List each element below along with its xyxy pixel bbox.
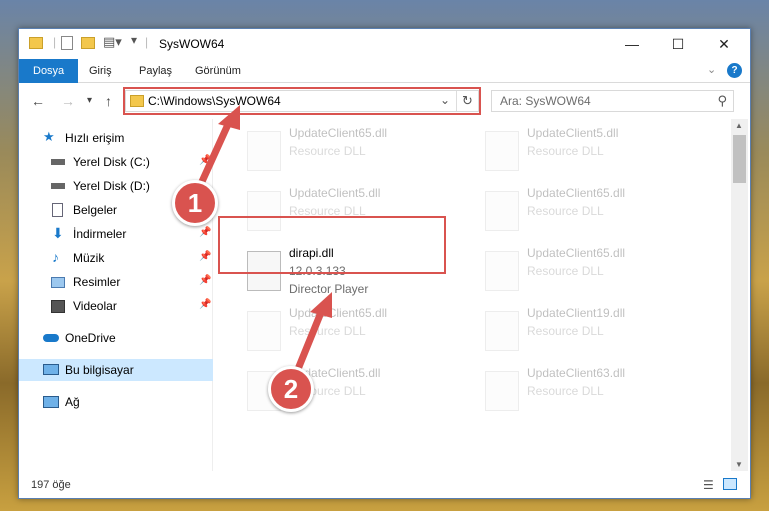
separator: | [53, 35, 57, 49]
document-icon [52, 203, 63, 217]
list-item[interactable]: UpdateClient65.dll Resource DLL [477, 183, 697, 241]
computer-icon [43, 364, 59, 375]
maximize-button[interactable]: ☐ [655, 29, 701, 59]
scroll-up-icon[interactable]: ▲ [735, 121, 743, 130]
pin-icon: 📌 [199, 155, 212, 166]
search-icon[interactable]: ⚲ [717, 93, 727, 109]
sidebar-item-this-pc[interactable]: Bu bilgisayar [19, 359, 213, 381]
sidebar-item-network[interactable]: Ağ [19, 391, 213, 413]
navigation-pane: ★ Hızlı erişim Yerel Disk (C:) 📌 Yerel D… [19, 119, 213, 471]
recent-locations-icon[interactable]: ▾ [87, 95, 92, 106]
folder-icon [29, 37, 43, 49]
ribbon: Dosya Giriş Paylaş Görünüm ⌄ ? [19, 59, 750, 83]
sidebar-item-quick-access[interactable]: ★ Hızlı erişim [19, 127, 213, 149]
sidebar-item-downloads[interactable]: ⬇ İndirmeler 📌 [19, 223, 213, 245]
tab-share[interactable]: Paylaş [131, 59, 180, 83]
music-icon: ♪ [52, 249, 59, 265]
tab-view[interactable]: Görünüm [187, 59, 249, 83]
list-item[interactable]: UpdateClient19.dll Resource DLL [477, 303, 697, 361]
step-2-badge: 2 [268, 366, 314, 412]
search-input[interactable]: Ara: SysWOW64 ⚲ [491, 90, 734, 112]
scrollbar-thumb[interactable] [733, 135, 746, 183]
list-item[interactable]: UpdateClient5.dll Resource DLL [477, 123, 697, 181]
list-item[interactable]: UpdateClient63.dll Resource DLL [477, 363, 697, 421]
customize-qa-icon[interactable]: ▤▾ [103, 34, 122, 50]
search-placeholder: Ara: SysWOW64 [500, 94, 591, 108]
sidebar-item-pictures[interactable]: Resimler 📌 [19, 271, 213, 293]
dll-file-icon [485, 191, 519, 231]
properties-icon[interactable] [61, 36, 73, 50]
dll-file-icon [485, 371, 519, 411]
expand-ribbon-icon[interactable]: ⌄ [707, 63, 716, 76]
pin-icon: 📌 [199, 227, 212, 238]
sidebar-item-videos[interactable]: Videolar 📌 [19, 295, 213, 317]
sidebar-item-music[interactable]: ♪ Müzik 📌 [19, 247, 213, 269]
separator: | [145, 35, 149, 49]
tab-home[interactable]: Giriş [81, 59, 120, 83]
close-button[interactable]: ✕ [701, 29, 747, 59]
navigation-bar: ← → ▾ ↑ C:\Windows\SysWOW64 ⌄ ↻ Ara: Sys… [19, 83, 750, 119]
item-count: 197 öğe [31, 479, 71, 491]
address-highlight-box [123, 87, 481, 115]
file-list: UpdateClient65.dll Resource DLL UpdateCl… [215, 119, 731, 471]
step-1-badge: 1 [172, 180, 218, 226]
minimize-button[interactable]: — [609, 29, 655, 59]
title-bar: | ▤▾ ▾ | SysWOW64 — ☐ ✕ [19, 29, 750, 59]
pin-icon: 📌 [199, 251, 212, 262]
pin-icon: 📌 [199, 299, 212, 310]
list-item[interactable]: UpdateClient65.dll Resource DLL [239, 303, 459, 361]
dll-file-icon [247, 131, 281, 171]
drive-icon [51, 159, 65, 165]
chevron-down-icon[interactable]: ▾ [131, 33, 137, 49]
window-title: SysWOW64 [159, 37, 225, 51]
help-icon[interactable]: ? [727, 63, 742, 78]
details-view-icon[interactable]: ☰ [703, 478, 714, 492]
sidebar-item-onedrive[interactable]: OneDrive [19, 327, 213, 349]
up-arrow-icon[interactable]: ↑ [105, 93, 112, 109]
back-arrow-icon[interactable]: ← [31, 93, 45, 109]
vertical-scrollbar[interactable]: ▲ ▼ [731, 119, 748, 471]
tab-file[interactable]: Dosya [19, 59, 79, 83]
dll-file-icon [485, 131, 519, 171]
forward-arrow-icon[interactable]: → [61, 93, 75, 109]
pictures-icon [51, 277, 65, 288]
cloud-icon [43, 334, 59, 342]
file-highlight-box [218, 216, 446, 274]
list-item[interactable]: UpdateClient65.dll Resource DLL [239, 123, 459, 181]
video-icon [51, 300, 65, 313]
star-icon: ★ [43, 129, 55, 144]
dll-file-icon [485, 311, 519, 351]
scroll-down-icon[interactable]: ▼ [735, 460, 743, 469]
list-item[interactable]: UpdateClient65.dll Resource DLL [477, 243, 697, 301]
network-icon [43, 396, 59, 408]
pin-icon: 📌 [199, 275, 212, 286]
sidebar-item-local-disk-c[interactable]: Yerel Disk (C:) 📌 [19, 151, 213, 173]
new-folder-icon[interactable] [81, 37, 95, 49]
large-icons-view-icon[interactable] [723, 478, 737, 490]
status-bar: 197 öğe ☰ [19, 474, 750, 498]
dll-file-icon [247, 311, 281, 351]
download-icon: ⬇ [52, 225, 64, 241]
drive-icon [51, 183, 65, 189]
dll-file-icon [485, 251, 519, 291]
